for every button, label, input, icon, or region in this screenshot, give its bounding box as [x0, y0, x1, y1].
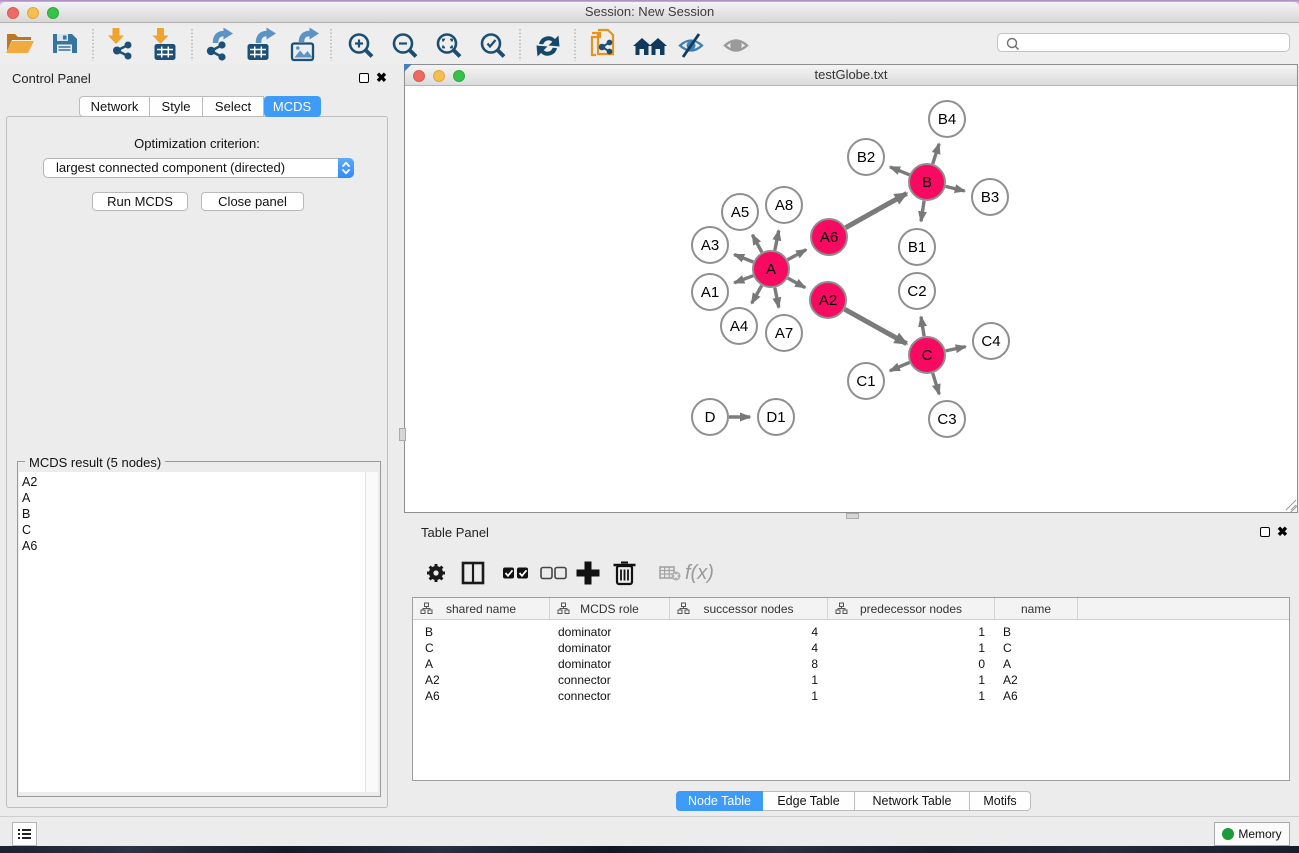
svg-text:A7: A7	[775, 325, 793, 342]
svg-text:D1: D1	[766, 409, 785, 426]
svg-text:A6: A6	[820, 229, 838, 246]
svg-text:A4: A4	[730, 318, 748, 335]
svg-text:C4: C4	[981, 333, 1000, 350]
svg-text:C3: C3	[937, 411, 956, 428]
svg-text:f(x): f(x)	[685, 562, 714, 584]
svg-text:A1: A1	[701, 284, 719, 301]
svg-text:A3: A3	[701, 237, 719, 254]
svg-text:C2: C2	[907, 283, 926, 300]
svg-text:C1: C1	[856, 373, 875, 390]
svg-text:A5: A5	[731, 204, 749, 221]
svg-text:A: A	[766, 261, 776, 278]
svg-text:A8: A8	[775, 197, 793, 214]
svg-text:B1: B1	[908, 239, 926, 256]
svg-text:B3: B3	[981, 189, 999, 206]
svg-text:B4: B4	[938, 111, 956, 128]
svg-text:D: D	[705, 409, 716, 426]
svg-text:B: B	[922, 174, 932, 191]
svg-text:C: C	[922, 347, 933, 364]
svg-text:A2: A2	[819, 292, 837, 309]
svg-text:B2: B2	[857, 149, 875, 166]
